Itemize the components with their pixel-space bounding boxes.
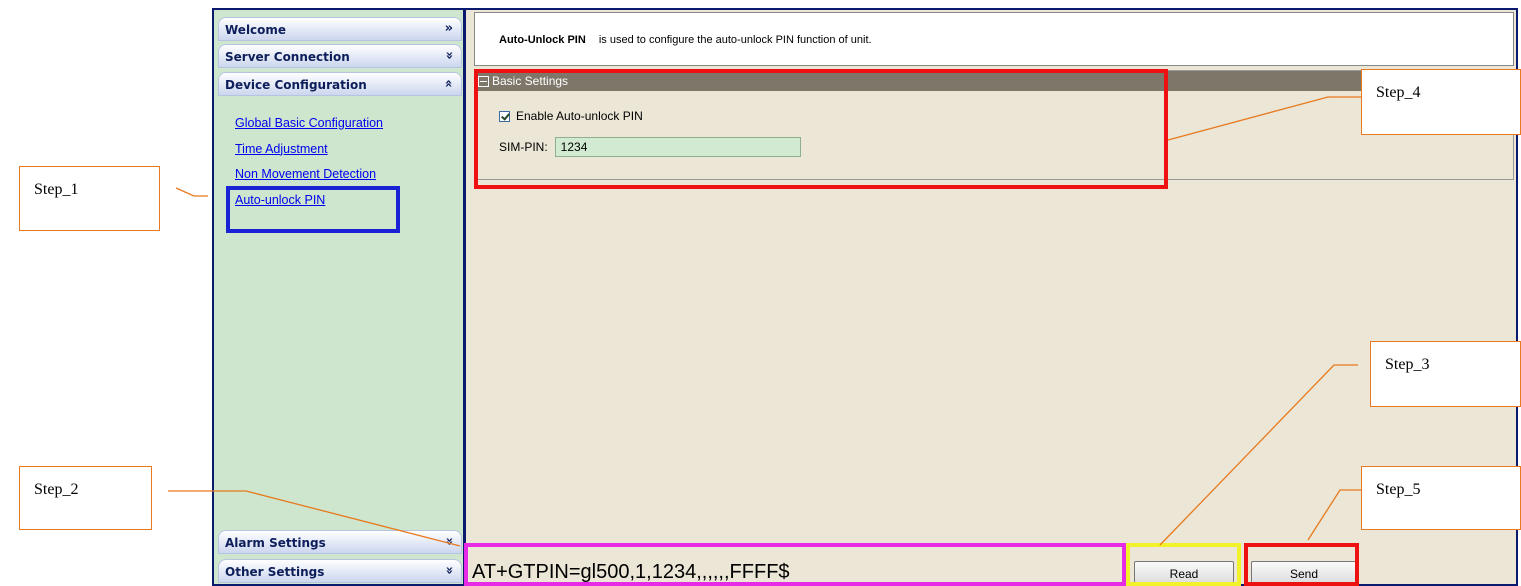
leader-line-step2	[168, 490, 461, 547]
leader-line-step3	[1159, 364, 1358, 546]
leader-line-step4	[1167, 96, 1361, 141]
leader-lines	[168, 96, 1361, 547]
leader-line-step1	[175, 187, 208, 197]
leader-line-step5	[1307, 489, 1361, 541]
